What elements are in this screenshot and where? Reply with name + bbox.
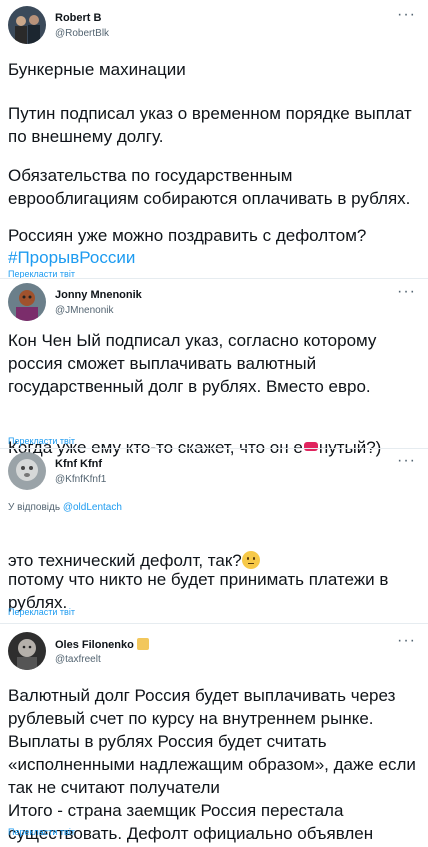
- divider: [0, 623, 428, 624]
- tweet-paragraph: Валютный долг Россия будет выплачивать ч…: [8, 686, 416, 843]
- author-name[interactable]: Robert B: [55, 12, 101, 24]
- tweet-paragraph: Путин подписал указ о временном порядке …: [8, 104, 412, 146]
- author-name-text: Oles Filonenko: [55, 639, 134, 651]
- avatar-photo-icon: [8, 452, 46, 490]
- tweet-paragraph: Обязательства по государственным еврообл…: [8, 166, 411, 208]
- tweet-paragraph: это технический дефолт, так?: [8, 526, 420, 572]
- more-options-icon[interactable]: ···: [397, 6, 416, 24]
- author-name[interactable]: Jonny Mnenonik: [55, 289, 142, 301]
- divider: [0, 278, 428, 279]
- avatar[interactable]: [8, 283, 46, 321]
- more-options-icon[interactable]: ···: [397, 632, 416, 650]
- tweet-header: Jonny Mnenonik @JMnenonik ···: [8, 283, 428, 323]
- reply-to-line: У відповідь @oldLentach: [8, 502, 122, 513]
- author-handle[interactable]: @JMnenonik: [55, 305, 114, 316]
- reply-prefix: У відповідь: [8, 502, 61, 513]
- translate-link[interactable]: Перекласти твіт: [8, 607, 75, 617]
- avatar[interactable]: [8, 632, 46, 670]
- author-name[interactable]: Oles Filonenko: [55, 638, 149, 651]
- hashtag-link[interactable]: #ПрорывРоссии: [8, 246, 420, 269]
- reply-handle-link[interactable]: @oldLentach: [63, 502, 122, 513]
- avatar-photo-icon: [8, 283, 46, 321]
- author-handle[interactable]: @KfnfKfnf1: [55, 474, 106, 485]
- tweet-paragraph: Россиян уже можно поздравить с дефолтом?: [8, 226, 367, 245]
- tweet-header: Kfnf Kfnf @KfnfKfnf1 ···: [8, 452, 428, 492]
- tweet-paragraph: Кон Чен Ый подписал указ, согласно котор…: [8, 331, 377, 396]
- author-handle[interactable]: @RobertBlk: [55, 28, 109, 39]
- tweet-header: Oles Filonenko @taxfreelt ···: [8, 632, 428, 672]
- more-options-icon[interactable]: ···: [397, 452, 416, 470]
- translate-link[interactable]: Перекласти твіт: [8, 436, 75, 446]
- avatar[interactable]: [8, 6, 46, 44]
- person-emoji-icon: [136, 638, 149, 650]
- avatar-photo-icon: [8, 6, 46, 44]
- translate-link[interactable]: Перекласти твіт: [8, 827, 75, 837]
- tweet-paragraph: Бункерные махинации: [8, 60, 186, 79]
- tweet-header: Robert B @RobertBlk ···: [8, 6, 428, 46]
- more-options-icon[interactable]: ···: [397, 283, 416, 301]
- divider: [0, 448, 428, 449]
- author-handle[interactable]: @taxfreelt: [55, 654, 101, 665]
- censor-mark-icon: [303, 442, 318, 451]
- author-name[interactable]: Kfnf Kfnf: [55, 458, 102, 470]
- avatar[interactable]: [8, 452, 46, 490]
- avatar-photo-icon: [8, 632, 46, 670]
- thinking-face-icon: [241, 551, 260, 569]
